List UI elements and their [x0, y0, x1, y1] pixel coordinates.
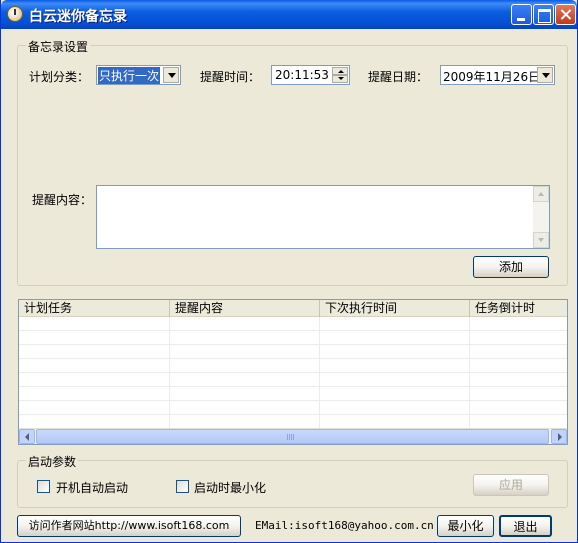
clock-icon: [7, 6, 23, 22]
scroll-right-icon[interactable]: [551, 429, 567, 444]
spin-up-icon[interactable]: [332, 67, 348, 75]
date-picker[interactable]: 2009年11月26日: [440, 65, 555, 85]
scroll-thumb[interactable]: [36, 429, 549, 444]
email-text: EMail:isoft168@yahoo.com.cn: [255, 519, 434, 532]
exit-button[interactable]: 退出: [499, 515, 552, 537]
time-label: 提醒时间：: [200, 70, 261, 84]
content-textarea[interactable]: [96, 185, 550, 249]
grid-line: [469, 317, 470, 429]
scroll-down-icon[interactable]: [533, 232, 549, 248]
task-list[interactable]: 计划任务 提醒内容 下次执行时间 任务倒计时: [18, 299, 568, 445]
startup-params-legend: 启动参数: [26, 453, 79, 470]
autostart-label[interactable]: 开机自动启动: [56, 479, 128, 496]
column-header-task[interactable]: 计划任务: [19, 300, 170, 317]
chevron-down-icon[interactable]: [537, 67, 553, 83]
grid-line: [169, 317, 170, 429]
minimize-button[interactable]: 最小化: [437, 515, 494, 537]
chevron-down-icon[interactable]: [163, 67, 179, 83]
scroll-left-icon[interactable]: [19, 429, 35, 444]
content-scrollbar[interactable]: [533, 186, 549, 248]
horizontal-scrollbar[interactable]: [19, 428, 567, 444]
grid-line: [319, 317, 320, 429]
category-label: 计划分类：: [29, 70, 90, 84]
start-minimized-label[interactable]: 启动时最小化: [194, 479, 266, 496]
main-window: 白云迷你备忘录 备忘录设置 计划分类： 只执行一次 提醒时间： 20:11:53…: [0, 0, 578, 543]
visit-website-button[interactable]: 访问作者网站http://www.isoft168.com: [17, 515, 241, 537]
memo-settings-legend: 备忘录设置: [26, 38, 91, 55]
time-value: 20:11:53: [275, 68, 329, 82]
column-header-content[interactable]: 提醒内容: [170, 300, 320, 317]
scroll-up-icon[interactable]: [533, 186, 549, 202]
spin-down-icon[interactable]: [332, 75, 348, 83]
time-picker[interactable]: 20:11:53: [271, 65, 350, 85]
window-title: 白云迷你备忘录: [29, 9, 127, 25]
maximize-window-button[interactable]: [533, 4, 554, 25]
task-list-body: [19, 317, 567, 429]
autostart-checkbox[interactable]: [37, 480, 50, 493]
start-minimized-checkbox[interactable]: [176, 480, 189, 493]
content-label: 提醒内容：: [32, 193, 93, 207]
minimize-window-button[interactable]: [511, 4, 532, 25]
title-bar[interactable]: 白云迷你备忘录: [1, 0, 577, 29]
column-header-countdown[interactable]: 任务倒计时: [470, 300, 567, 317]
add-button[interactable]: 添加: [473, 256, 549, 278]
category-value: 只执行一次: [98, 67, 161, 84]
close-window-button[interactable]: [555, 4, 576, 25]
apply-button[interactable]: 应用: [473, 474, 549, 496]
date-label: 提醒日期：: [368, 70, 429, 84]
category-select[interactable]: 只执行一次: [96, 65, 181, 85]
task-list-header: 计划任务 提醒内容 下次执行时间 任务倒计时: [19, 300, 567, 317]
date-value: 2009年11月26日: [443, 70, 541, 84]
column-header-next-run[interactable]: 下次执行时间: [320, 300, 470, 317]
